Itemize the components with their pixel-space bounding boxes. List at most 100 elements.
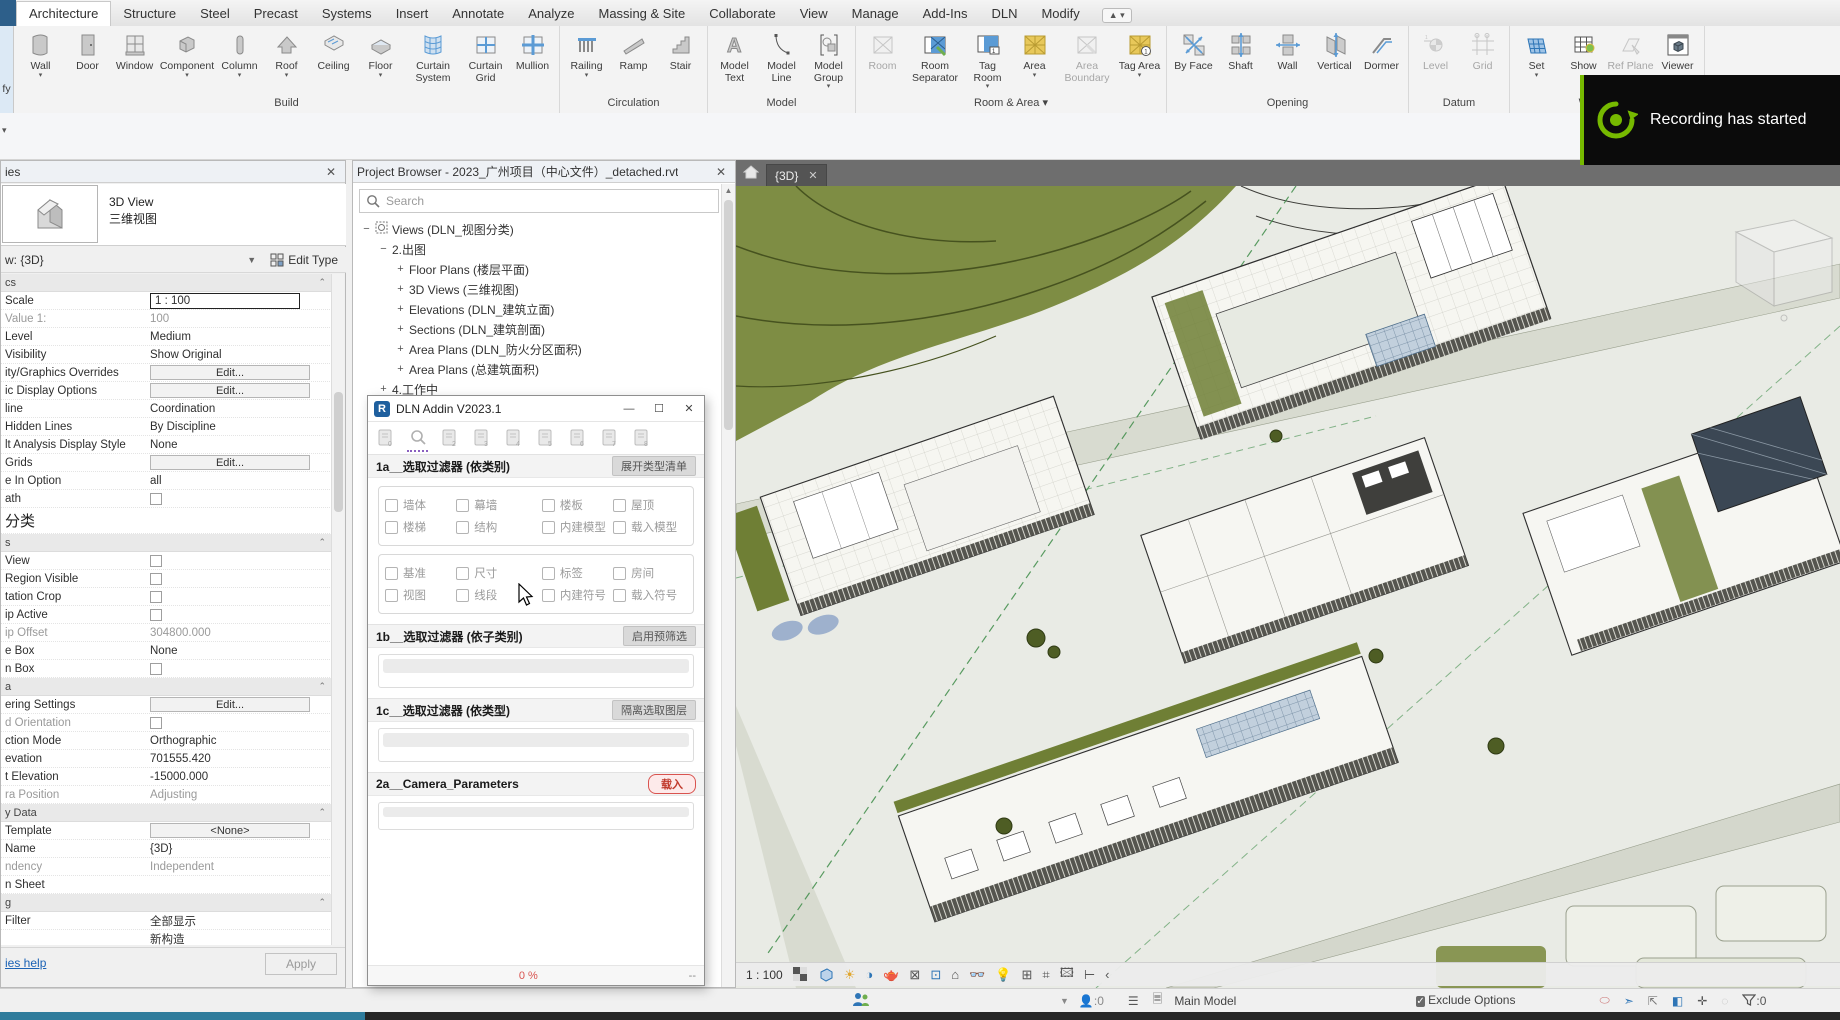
window-button[interactable]: Window	[111, 28, 158, 73]
dialog-tool-icon-3[interactable]: 2	[438, 427, 461, 449]
reveal-hidden-icon[interactable]: 💡	[995, 967, 1011, 983]
ribbon-collapse-toggle[interactable]: ▲ ▾	[1102, 8, 1132, 23]
tree-expander-icon[interactable]: −	[378, 243, 389, 255]
browser-search-box[interactable]: Search	[359, 189, 719, 213]
isolate-selection-button[interactable]: 隔离选取图层	[612, 700, 696, 720]
tree-expander-icon[interactable]: +	[395, 343, 406, 355]
tab-dln[interactable]: DLN	[979, 2, 1029, 26]
property-value[interactable]: None	[147, 439, 332, 451]
dormer-button[interactable]: Dormer	[1358, 28, 1405, 73]
home-icon[interactable]	[736, 165, 766, 182]
filter-checkbox-0-0-1[interactable]: 幕墙	[456, 497, 542, 513]
tab-architecture[interactable]: Architecture	[16, 1, 111, 26]
active-workset-icon[interactable]: 🗏	[1153, 990, 1163, 1011]
model-group-button[interactable]: Model Group▾	[805, 28, 852, 90]
dialog-tool-icon-7[interactable]: 6	[566, 427, 589, 449]
browser-close-icon[interactable]: ✕	[711, 165, 731, 179]
property-value[interactable]: None	[147, 645, 332, 657]
tab-modify[interactable]: Modify	[1029, 2, 1091, 26]
stair-button[interactable]: Stair	[657, 28, 704, 73]
tree-item-2[interactable]: −2.出图	[353, 239, 721, 259]
shadows-icon[interactable]: ◑	[865, 967, 873, 982]
property-value[interactable]: Independent	[147, 861, 332, 873]
property-value[interactable]: Coordination	[147, 403, 332, 415]
tag-area-button[interactable]: 1Tag Area▾	[1116, 28, 1163, 79]
apply-button[interactable]: Apply	[265, 953, 337, 975]
property-checkbox[interactable]	[150, 493, 162, 505]
select-links-icon[interactable]: ➣	[1624, 994, 1634, 1008]
tree-expander-icon[interactable]: +	[395, 363, 406, 375]
filter-checkbox-0-0-2[interactable]: 楼板	[542, 497, 613, 513]
options-collapse-icon[interactable]: ▾	[2, 125, 7, 136]
filter-checkbox-1-1-0[interactable]: 视图	[385, 587, 456, 603]
property-value[interactable]	[147, 717, 332, 729]
dialog-tool-icon-2[interactable]	[406, 427, 429, 449]
filter-checkbox-0-1-2[interactable]: 内建模型	[542, 519, 613, 535]
wall-button[interactable]: Wall▾	[17, 28, 64, 79]
tab-insert[interactable]: Insert	[384, 2, 441, 26]
editing-requests-icon[interactable]: 👤:0	[1079, 994, 1104, 1008]
property-value[interactable]: By Discipline	[147, 421, 332, 433]
section-collapse-icon[interactable]: ⌃	[318, 537, 326, 548]
constraints-icon[interactable]: 🖾	[1060, 964, 1074, 986]
tree-expander-icon[interactable]: +	[395, 323, 406, 335]
scale-value-box[interactable]: 1 : 100	[150, 293, 300, 309]
filter-checkbox-0-0-3[interactable]: 屋顶	[613, 497, 693, 513]
tab-manage[interactable]: Manage	[840, 2, 911, 26]
property-checkbox[interactable]	[150, 717, 162, 729]
dialog-tool-icon-5[interactable]: 4	[502, 427, 525, 449]
dotted-circle-icon[interactable]: ◌	[1721, 994, 1728, 1008]
tree-item-3d-views[interactable]: +3D Views (三维视图)	[353, 279, 721, 299]
property-value[interactable]: Orthographic	[147, 735, 332, 747]
property-value[interactable]: all	[147, 475, 332, 487]
roof-button[interactable]: Roof▾	[263, 28, 310, 79]
column-button[interactable]: Column▾	[216, 28, 263, 79]
property-value[interactable]	[147, 555, 332, 567]
tree-expander-icon[interactable]: +	[395, 283, 406, 295]
tab-systems[interactable]: Systems	[310, 2, 384, 26]
tab-view[interactable]: View	[788, 2, 840, 26]
properties-row-a[interactable]: a⌃	[1, 678, 332, 696]
property-value[interactable]	[147, 591, 332, 603]
filter-checkbox-1-0-1[interactable]: 尺寸	[456, 565, 542, 581]
property-value[interactable]: 1 : 100	[147, 293, 332, 309]
property-value[interactable]: 100	[147, 313, 332, 325]
section-collapse-icon[interactable]: ⌃	[318, 277, 326, 288]
wall-button[interactable]: Wall	[1264, 28, 1311, 73]
floor-button[interactable]: Floor▾	[357, 28, 404, 79]
model-text-button[interactable]: AModel Text	[711, 28, 758, 84]
edit-button[interactable]: <None>	[150, 823, 310, 838]
property-value[interactable]: Edit...	[147, 697, 332, 712]
dialog-tool-icon-6[interactable]: 5	[534, 427, 557, 449]
filter-checkbox-0-1-1[interactable]: 结构	[456, 519, 542, 535]
door-button[interactable]: Door	[64, 28, 111, 73]
view-tab-close-icon[interactable]: ✕	[808, 169, 817, 182]
visual-style-icon[interactable]	[793, 967, 808, 982]
expand-type-list-button[interactable]: 展开类型清单	[612, 456, 696, 476]
detail-level-icon[interactable]	[818, 967, 834, 982]
measure-icon[interactable]: ⊢	[1084, 967, 1095, 983]
worksets-dialog-icon[interactable]: ☰	[1128, 994, 1139, 1008]
dialog-maximize-button[interactable]: ☐	[644, 402, 674, 415]
property-value[interactable]	[147, 493, 332, 505]
property-value[interactable]	[147, 573, 332, 585]
ribbon-modify-stub[interactable]: fy	[0, 26, 14, 113]
properties-scrollbar[interactable]	[331, 274, 344, 945]
exclude-options-checkbox[interactable]: ✓ Exclude Options	[1416, 993, 1515, 1008]
browser-scrollbar[interactable]: ▲	[721, 184, 735, 987]
properties-row-y-data[interactable]: y Data⌃	[1, 804, 332, 822]
show-button[interactable]: Show	[1560, 28, 1607, 73]
by-face-button[interactable]: By Face	[1170, 28, 1217, 73]
filter-checkbox-1-0-3[interactable]: 房间	[613, 565, 693, 581]
tab-massing-site[interactable]: Massing & Site	[587, 2, 698, 26]
ramp-button[interactable]: Ramp	[610, 28, 657, 73]
mullion-button[interactable]: Mullion	[509, 28, 556, 73]
active-workset-label[interactable]: Main Model	[1174, 994, 1236, 1008]
tab-structure[interactable]: Structure	[111, 2, 188, 26]
rendering-icon[interactable]: 🫖	[883, 967, 899, 983]
filter-checkbox-1-0-2[interactable]: 标签	[542, 565, 613, 581]
room-separator-button[interactable]: Room Separator	[906, 28, 964, 84]
properties-row-s[interactable]: s⌃	[1, 534, 332, 552]
filter-checkbox-0-1-0[interactable]: 楼梯	[385, 519, 456, 535]
edit-button[interactable]: Edit...	[150, 455, 310, 470]
